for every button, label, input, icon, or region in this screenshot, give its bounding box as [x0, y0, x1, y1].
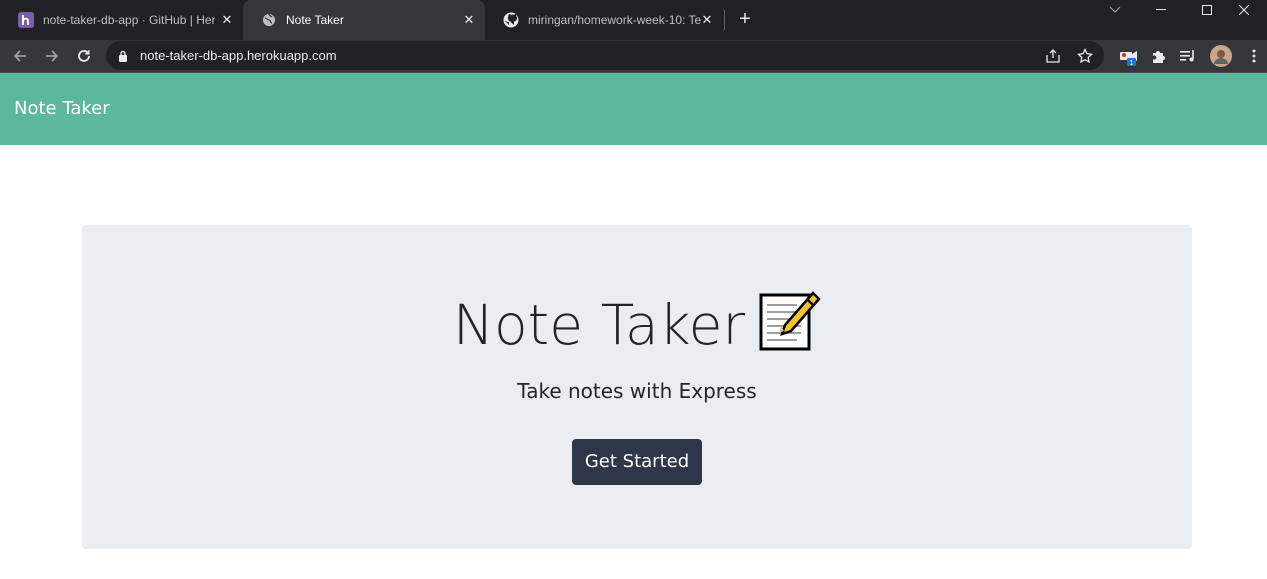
forward-arrow-icon[interactable]: [40, 44, 64, 68]
back-arrow-icon[interactable]: [8, 44, 32, 68]
avatar[interactable]: [1210, 45, 1232, 67]
extension-badge: 1: [1130, 60, 1134, 66]
get-started-button[interactable]: Get Started: [572, 439, 702, 485]
heroku-icon: [18, 12, 34, 28]
browser-tab-strip: note-taker-db-app · GitHub | Heroku ✕ No…: [0, 0, 1267, 40]
url-text: note-taker-db-app.herokuapp.com: [140, 48, 337, 63]
minimize-icon[interactable]: [1138, 0, 1184, 20]
tab-note-taker[interactable]: Note Taker ✕: [243, 0, 485, 40]
address-bar[interactable]: note-taker-db-app.herokuapp.com: [106, 41, 1104, 70]
tab-title: miringan/homework-week-10: Te: [528, 13, 702, 27]
tab-search-icon[interactable]: [1092, 0, 1138, 20]
star-icon[interactable]: [1076, 47, 1094, 65]
share-icon[interactable]: [1044, 47, 1062, 65]
navbar-brand[interactable]: Note Taker: [14, 98, 110, 119]
github-icon: [503, 12, 519, 28]
tab-title: Note Taker: [286, 13, 344, 27]
lock-icon[interactable]: [118, 49, 128, 67]
media-control-icon[interactable]: [1177, 45, 1199, 67]
tab-heroku[interactable]: note-taker-db-app · GitHub | Heroku ✕: [0, 0, 243, 40]
hero-jumbotron: Note Taker Take notes with Express Get S…: [82, 225, 1192, 549]
tab-separator: [724, 10, 725, 30]
puzzle-icon[interactable]: [1147, 45, 1169, 67]
tab-github[interactable]: miringan/homework-week-10: Te ✕: [485, 0, 723, 40]
close-window-icon[interactable]: [1221, 0, 1267, 20]
globe-icon: [261, 12, 277, 28]
browser-toolbar: note-taker-db-app.herokuapp.com 1: [0, 40, 1267, 72]
close-tab-icon[interactable]: ✕: [699, 12, 715, 28]
hero-title: Note Taker: [82, 289, 1192, 370]
hero-subtitle: Take notes with Express: [517, 379, 757, 403]
new-tab-button[interactable]: +: [735, 9, 755, 30]
close-tab-icon[interactable]: ✕: [219, 12, 235, 28]
reload-icon[interactable]: [72, 44, 96, 68]
close-tab-icon[interactable]: ✕: [461, 12, 477, 28]
extension-icon[interactable]: 1: [1117, 45, 1139, 67]
tab-title: note-taker-db-app · GitHub | Heroku: [43, 13, 215, 27]
navbar: Note Taker: [0, 73, 1267, 145]
more-menu-icon[interactable]: [1243, 45, 1265, 67]
memo-icon: [757, 289, 821, 370]
hero-title-text: Note Taker: [452, 293, 746, 357]
